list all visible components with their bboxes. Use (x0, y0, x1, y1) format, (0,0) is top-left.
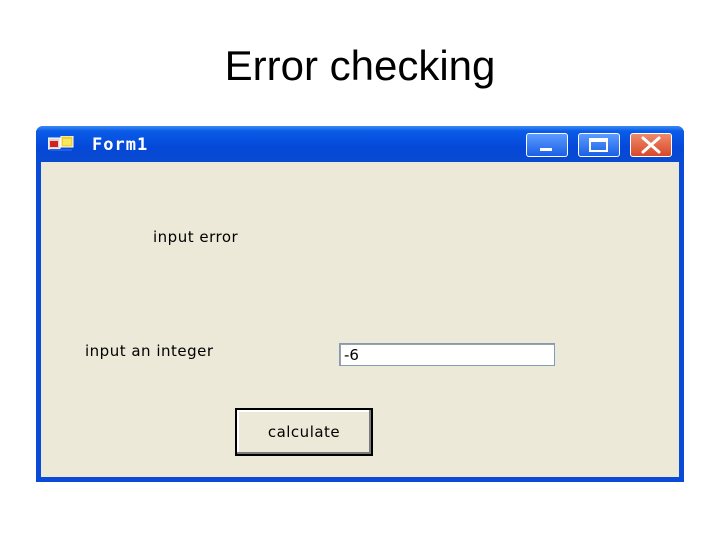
close-button[interactable] (630, 133, 672, 157)
window-title: Form1 (92, 135, 149, 155)
integer-prompt-label: input an integer (85, 342, 214, 360)
window-titlebar[interactable]: Form1 (36, 126, 684, 162)
calculate-button[interactable]: calculate (235, 408, 373, 456)
maximize-button[interactable] (578, 133, 620, 157)
integer-input[interactable] (339, 343, 555, 366)
window-client-area: input error input an integer calculate (41, 162, 679, 477)
maximize-icon (589, 138, 608, 152)
slide: Error checking Form1 input error input a… (0, 0, 720, 540)
slide-title: Error checking (224, 42, 496, 89)
close-icon (641, 136, 661, 154)
minimize-button[interactable] (526, 133, 568, 157)
app-form-icon (47, 135, 74, 152)
window-form1: Form1 input error input an integer -6 ca… (36, 126, 684, 482)
error-label: input error (153, 228, 239, 246)
minimize-icon (540, 148, 552, 151)
